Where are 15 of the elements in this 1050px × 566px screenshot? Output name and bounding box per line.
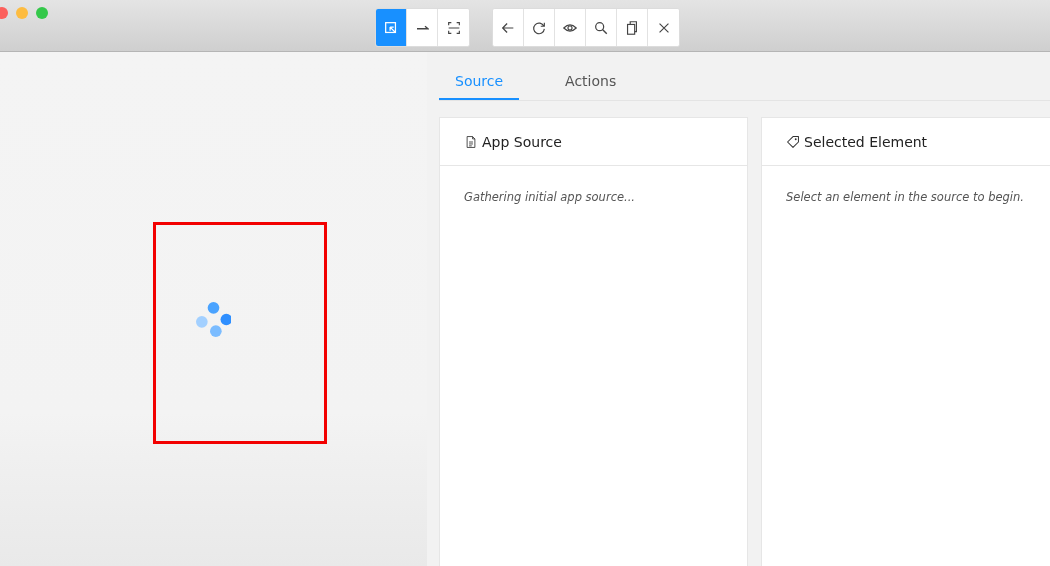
placeholder-message: Gathering initial app source... — [464, 190, 636, 204]
zoom-window-button[interactable] — [36, 7, 48, 19]
copy-icon — [624, 19, 640, 36]
dashed-frame-icon — [445, 19, 462, 36]
tab[interactable]: Actions — [549, 64, 633, 100]
tag-icon — [786, 134, 800, 149]
search-icon — [593, 19, 609, 36]
loading-spinner — [196, 302, 231, 337]
panel-title: App Source — [482, 133, 562, 150]
select-cursor-icon — [383, 19, 399, 36]
placeholder-message: Select an element in the source to begin. — [786, 190, 1025, 204]
document-icon — [464, 134, 478, 149]
panel-title: Selected Element — [804, 133, 928, 150]
refresh-icon — [531, 19, 547, 36]
minimize-window-button[interactable] — [16, 7, 28, 19]
